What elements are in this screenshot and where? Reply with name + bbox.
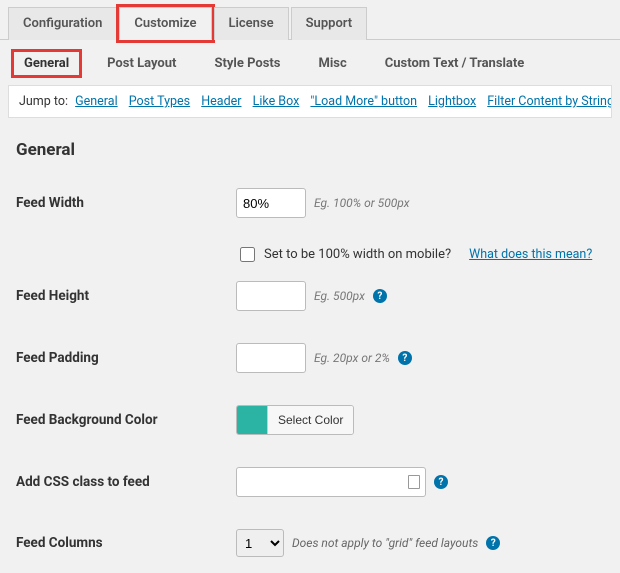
select-feed-columns[interactable]: 1 (236, 529, 284, 557)
section-title: General (16, 140, 604, 160)
jump-post-types[interactable]: Post Types (129, 94, 190, 109)
label-feed-height: Feed Height (16, 288, 236, 304)
label-feed-padding: Feed Padding (16, 350, 236, 366)
row-bg-color: Feed Background Color Select Color (16, 389, 604, 451)
label-mobile-width: Set to be 100% width on mobile? (264, 247, 451, 262)
help-icon[interactable]: ? (373, 289, 387, 303)
tab-customize[interactable]: Customize (119, 7, 211, 40)
row-mobile-width: Set to be 100% width on mobile? What doe… (236, 244, 604, 265)
label-css-class: Add CSS class to feed (16, 474, 236, 490)
label-bg-color: Feed Background Color (16, 412, 236, 428)
row-feed-columns: Feed Columns 1 Does not apply to "grid" … (16, 513, 604, 573)
color-picker[interactable]: Select Color (236, 405, 354, 435)
row-feed-padding: Feed Padding Eg. 20px or 2% ? (16, 327, 604, 389)
row-feed-width: Feed Width Eg. 100% or 500px (16, 172, 604, 234)
subtab-custom-text[interactable]: Custom Text / Translate (375, 52, 535, 75)
input-css-class[interactable] (236, 467, 426, 497)
jump-lightbox[interactable]: Lightbox (428, 94, 476, 109)
row-css-class: Add CSS class to feed ? (16, 451, 604, 513)
section-general: General Feed Width Eg. 100% or 500px Set… (0, 118, 620, 573)
tab-license[interactable]: License (214, 7, 289, 40)
subtab-misc[interactable]: Misc (308, 52, 356, 75)
subtab-style-posts[interactable]: Style Posts (204, 52, 290, 75)
jump-bar: Jump to: General Post Types Header Like … (8, 85, 612, 118)
top-tabs: Configuration Customize License Support (0, 0, 620, 40)
link-what-does-this-mean[interactable]: What does this mean? (469, 247, 592, 262)
input-feed-height[interactable] (236, 281, 306, 311)
label-feed-width: Feed Width (16, 195, 236, 211)
row-feed-height: Feed Height Eg. 500px ? (16, 265, 604, 327)
subtab-post-layout[interactable]: Post Layout (97, 52, 186, 75)
help-icon[interactable]: ? (398, 351, 412, 365)
tab-support[interactable]: Support (291, 7, 368, 40)
input-feed-padding[interactable] (236, 343, 306, 373)
hint-feed-columns: Does not apply to "grid" feed layouts (292, 536, 478, 550)
input-feed-width[interactable] (236, 188, 306, 218)
subtab-general[interactable]: General (14, 52, 79, 75)
checkbox-mobile-width[interactable] (240, 247, 255, 262)
select-color-button[interactable]: Select Color (267, 406, 353, 434)
hint-feed-width: Eg. 100% or 500px (314, 196, 410, 210)
jump-header[interactable]: Header (201, 94, 241, 109)
hint-feed-height: Eg. 500px (314, 289, 365, 303)
help-icon[interactable]: ? (486, 536, 500, 550)
jump-load-more[interactable]: "Load More" button (310, 94, 417, 109)
label-feed-columns: Feed Columns (16, 535, 236, 551)
jump-filter[interactable]: Filter Content by String (487, 94, 612, 109)
help-icon[interactable]: ? (434, 475, 448, 489)
jump-general[interactable]: General (75, 94, 118, 109)
jump-label: Jump to: (19, 94, 68, 109)
tab-configuration[interactable]: Configuration (8, 7, 117, 40)
sub-tabs: General Post Layout Style Posts Misc Cus… (0, 40, 620, 85)
jump-like-box[interactable]: Like Box (253, 94, 300, 109)
hint-feed-padding: Eg. 20px or 2% (314, 351, 390, 365)
color-swatch (237, 406, 267, 434)
